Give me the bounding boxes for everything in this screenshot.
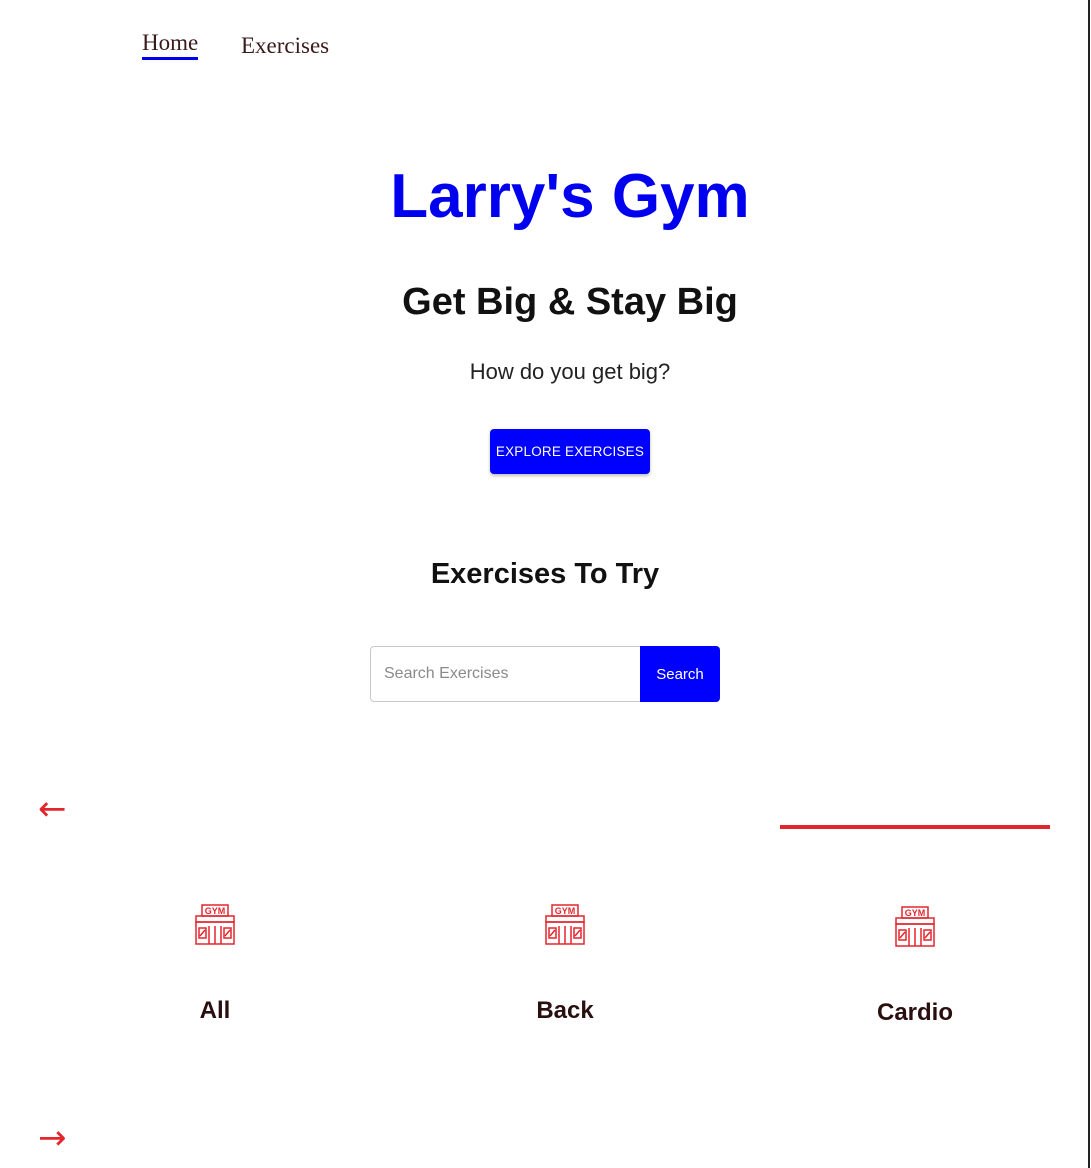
gym-icon: GYM (895, 906, 935, 947)
carousel-next-arrow-icon[interactable]: → (38, 1121, 67, 1155)
selected-category-indicator (780, 825, 1050, 829)
gym-icon: GYM (195, 904, 235, 945)
explore-exercises-button[interactable]: EXPLORE EXERCISES (490, 429, 650, 474)
gym-icon: GYM (545, 904, 585, 945)
exercises-section-heading: Exercises To Try (430, 558, 660, 590)
nav-link-exercises[interactable]: Exercises (241, 33, 329, 59)
svg-text:GYM: GYM (555, 906, 576, 916)
site-title: Larry's Gym (390, 162, 750, 231)
hero-question: How do you get big? (469, 359, 671, 384)
hero-tagline: Get Big & Stay Big (402, 281, 738, 323)
category-label-back: Back (536, 997, 594, 1024)
svg-text:GYM: GYM (905, 908, 926, 918)
category-card-cardio[interactable]: GYM Cardio (780, 906, 1050, 1106)
search-button[interactable]: Search (640, 646, 720, 702)
search-exercises-input[interactable] (370, 646, 642, 702)
nav-link-home[interactable]: Home (142, 30, 199, 60)
category-card-back[interactable]: GYM Back (430, 904, 700, 1104)
category-label-cardio: Cardio (876, 999, 953, 1026)
category-card-all[interactable]: GYM All (80, 904, 350, 1104)
svg-text:GYM: GYM (205, 906, 226, 916)
carousel-prev-arrow-icon[interactable]: ← (38, 792, 67, 826)
category-label-all: All (199, 997, 231, 1024)
